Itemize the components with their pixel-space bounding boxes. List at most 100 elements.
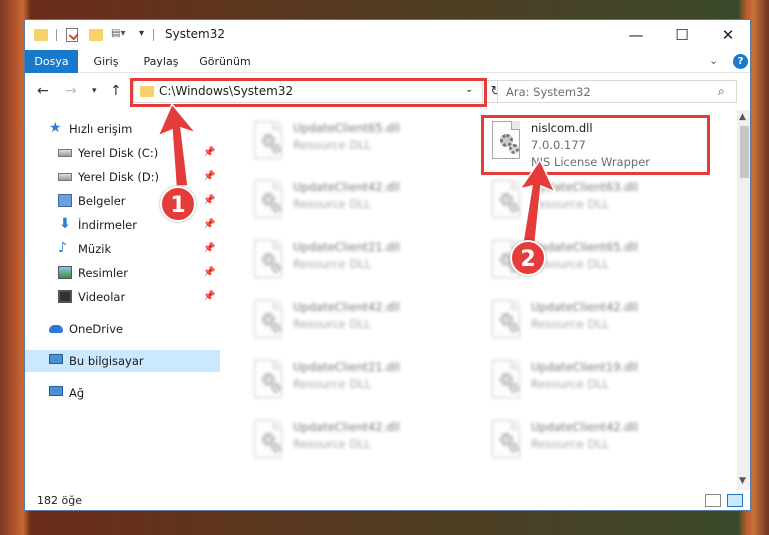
download-icon: ⬇ xyxy=(59,216,71,232)
ribbon: Dosya Giriş Paylaş Görünüm ⌄ ? xyxy=(25,50,750,73)
file-type: Resource DLL xyxy=(293,317,372,331)
dll-file-icon xyxy=(250,300,284,340)
star-icon: ★ xyxy=(49,120,62,136)
sidebar-item-onedrive[interactable]: OneDrive xyxy=(25,318,220,340)
scroll-thumb[interactable] xyxy=(740,126,749,178)
file-tile[interactable]: UpdateClient21.dll Resource DLL xyxy=(243,354,473,410)
sidebar-item-downloads[interactable]: ⬇ İndirmeler 📌 xyxy=(25,214,220,236)
up-arrow-icon[interactable]: ↑ xyxy=(110,83,122,99)
back-arrow-icon[interactable]: ← xyxy=(37,83,49,99)
file-tile[interactable]: UpdateClient19.dll Resource DLL xyxy=(481,354,711,410)
customize-toolbar-icon[interactable]: ▤▾ xyxy=(111,28,133,42)
pin-icon[interactable]: 📌 xyxy=(203,166,215,188)
file-name: UpdateClient42.dll xyxy=(531,420,638,434)
sidebar-item-label: Videolar xyxy=(78,290,126,304)
dll-file-icon xyxy=(488,180,522,220)
divider xyxy=(56,29,57,41)
network-icon xyxy=(49,386,63,396)
sidebar-item-label: Müzik xyxy=(78,242,112,256)
file-tile[interactable]: UpdateClient42.dll Resource DLL xyxy=(243,294,473,350)
properties-icon[interactable] xyxy=(66,28,78,42)
vertical-scrollbar[interactable]: ▲ ▼ xyxy=(737,110,750,490)
sidebar-item-label: Yerel Disk (D:) xyxy=(78,170,160,184)
cloud-icon xyxy=(49,325,63,333)
close-button[interactable]: ✕ xyxy=(705,20,750,50)
address-bar[interactable]: C:\Windows\System32 ⌄ xyxy=(133,80,483,103)
pin-icon[interactable]: 📌 xyxy=(203,262,215,284)
file-tile[interactable]: UpdateClient63.dll Resource DLL xyxy=(481,174,711,230)
sidebar-item-pictures[interactable]: Resimler 📌 xyxy=(25,262,220,284)
dll-file-icon xyxy=(250,240,284,280)
navigation-bar: ← → ▾ ↑ C:\Windows\System32 ⌄ ↻ Ara: Sys… xyxy=(25,74,750,110)
chevron-down-icon[interactable]: ▾ xyxy=(139,28,144,44)
expand-ribbon-icon[interactable]: ⌄ xyxy=(709,54,718,67)
explorer-window: ▤▾ ▾ System32 — ☐ ✕ Dosya Giriş Paylaş G… xyxy=(24,19,751,511)
status-bar: 182 öğe xyxy=(25,490,750,510)
minimize-button[interactable]: — xyxy=(613,20,659,50)
music-icon: ♪ xyxy=(58,240,67,256)
pin-icon[interactable]: 📌 xyxy=(203,238,215,260)
dll-file-icon xyxy=(488,360,522,400)
file-tile[interactable]: UpdateClient21.dll Resource DLL xyxy=(243,234,473,290)
file-tile[interactable]: UpdateClient42.dll Resource DLL xyxy=(481,294,711,350)
sidebar-item-quick-access[interactable]: ★ Hızlı erişim xyxy=(25,118,220,140)
new-folder-icon[interactable] xyxy=(89,29,103,41)
file-name: UpdateClient42.dll xyxy=(293,420,400,434)
sidebar-item-local-disk-c[interactable]: Yerel Disk (C:) 📌 xyxy=(25,142,220,164)
sidebar-item-label: İndirmeler xyxy=(78,218,137,232)
file-tile-nislcom[interactable]: nislcom.dll 7.0.0.177 NIS License Wrappe… xyxy=(481,115,711,171)
pin-icon[interactable]: 📌 xyxy=(203,190,215,212)
file-tile[interactable]: UpdateClient42.dll Resource DLL xyxy=(243,174,473,230)
details-view-icon[interactable] xyxy=(705,494,721,507)
tab-home[interactable]: Giriş xyxy=(88,50,124,73)
sidebar-item-network[interactable]: Ağ xyxy=(25,382,220,404)
disk-icon xyxy=(58,173,72,181)
tiles-view-icon[interactable] xyxy=(727,494,743,507)
disk-icon xyxy=(58,149,72,157)
file-type: Resource DLL xyxy=(293,257,372,271)
dll-file-icon xyxy=(250,420,284,460)
pin-icon[interactable]: 📌 xyxy=(203,142,215,164)
sidebar-item-label: Bu bilgisayar xyxy=(69,354,144,368)
file-type: Resource DLL xyxy=(531,317,610,331)
callout-1: 1 xyxy=(160,186,196,222)
scroll-down-icon[interactable]: ▼ xyxy=(739,476,746,486)
tab-view[interactable]: Görünüm xyxy=(197,50,253,73)
title-bar: ▤▾ ▾ System32 — ☐ ✕ xyxy=(25,20,750,50)
scroll-up-icon[interactable]: ▲ xyxy=(739,112,746,122)
file-tile[interactable]: UpdateClient42.dll Resource DLL xyxy=(481,414,711,470)
forward-arrow-icon[interactable]: → xyxy=(65,83,77,99)
sidebar-item-local-disk-d[interactable]: Yerel Disk (D:) 📌 xyxy=(25,166,220,188)
chevron-down-icon[interactable]: ⌄ xyxy=(465,84,473,95)
tab-file[interactable]: Dosya xyxy=(25,50,78,73)
dll-file-icon xyxy=(250,360,284,400)
search-placeholder: Ara: System32 xyxy=(506,85,591,99)
file-tile[interactable]: UpdateClient65.dll Resource DLL xyxy=(243,115,473,171)
sidebar-item-music[interactable]: ♪ Müzik 📌 xyxy=(25,238,220,260)
sidebar-item-videos[interactable]: Videolar 📌 xyxy=(25,286,220,308)
file-tile[interactable]: UpdateClient42.dll Resource DLL xyxy=(243,414,473,470)
sidebar-item-label: Belgeler xyxy=(78,194,126,208)
sidebar-item-this-pc[interactable]: Bu bilgisayar xyxy=(25,350,220,372)
pin-icon[interactable]: 📌 xyxy=(203,214,215,236)
dll-file-icon xyxy=(488,420,522,460)
dll-file-icon xyxy=(488,121,522,161)
search-input[interactable]: Ara: System32 ⌕ xyxy=(497,80,737,103)
dll-file-icon xyxy=(250,180,284,220)
sidebar-item-label: OneDrive xyxy=(69,322,124,336)
pin-icon[interactable]: 📌 xyxy=(203,286,215,308)
maximize-button[interactable]: ☐ xyxy=(659,20,705,50)
tab-share[interactable]: Paylaş xyxy=(138,50,184,73)
file-name: nislcom.dll xyxy=(531,121,593,135)
file-name: UpdateClient42.dll xyxy=(531,300,638,314)
file-name: UpdateClient21.dll xyxy=(293,360,400,374)
folder-icon xyxy=(140,86,154,97)
recent-locations-icon[interactable]: ▾ xyxy=(92,86,97,96)
address-path[interactable]: C:\Windows\System32 xyxy=(159,84,293,98)
window-title: System32 xyxy=(165,27,226,41)
folder-icon[interactable] xyxy=(34,29,48,41)
file-name: UpdateClient65.dll xyxy=(293,121,400,135)
computer-icon xyxy=(49,354,63,364)
help-icon[interactable]: ? xyxy=(733,54,748,69)
search-icon[interactable]: ⌕ xyxy=(718,84,725,99)
